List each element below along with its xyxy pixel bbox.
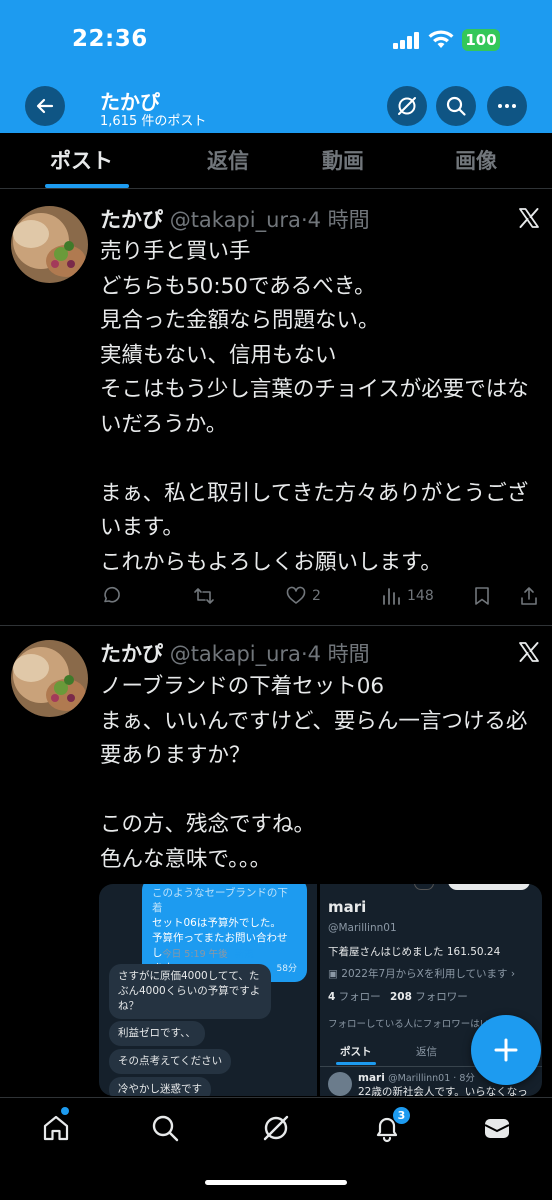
search-icon [446, 96, 466, 116]
bookmark-button[interactable] [473, 586, 491, 606]
author-name[interactable]: たかぴ [100, 208, 163, 232]
home-icon [43, 1115, 69, 1141]
active-tab-indicator [45, 184, 129, 188]
repost-icon [194, 588, 214, 604]
post-time: 4 時間 [307, 208, 370, 232]
bottom-navigation: 3 [0, 1097, 552, 1200]
compose-button[interactable] [471, 1015, 541, 1085]
views-button[interactable]: 148 [381, 586, 434, 606]
like-button[interactable]: 2 [286, 586, 321, 606]
author-handle[interactable]: @takapi_ura [170, 208, 301, 232]
followed-by-note: フォローしている人にフォロワーはい [328, 1019, 490, 1030]
profile-bio: 下着屋さんはじめました 161.50.24 [328, 946, 501, 958]
wifi-icon [428, 30, 454, 48]
grok-icon [263, 1115, 289, 1141]
profile-post-meta: mari @Marillinn01 · 8分 [358, 1072, 475, 1084]
message-time: 58分 [276, 964, 297, 974]
status-time: 22:36 [72, 26, 148, 52]
profile-joined: ▣ 2022年7月からXを利用しています › [328, 968, 516, 980]
profile-post-text: 22歳の新社会人です。いらなくなっ [358, 1086, 528, 1096]
profile-tabs: ポスト 返信 動画 画像 [0, 133, 552, 189]
nav-grok[interactable] [261, 1113, 291, 1143]
received-message: 冷やかし迷惑です [109, 1077, 211, 1096]
home-indicator [205, 1180, 347, 1185]
notification-badge: 3 [393, 1107, 410, 1124]
profile-button-edge [414, 884, 434, 890]
home-unread-dot [61, 1107, 69, 1115]
avatar [328, 1072, 352, 1096]
author-handle[interactable]: @takapi_ura [170, 642, 301, 666]
nav-search[interactable] [150, 1113, 180, 1143]
follow-button [448, 884, 530, 890]
cellular-signal-icon [393, 32, 419, 49]
received-message: その点考えてください [109, 1049, 232, 1074]
share-icon [521, 587, 537, 605]
profile-handle: @Marillinn01 [328, 922, 397, 934]
profile-display-name: mari [328, 898, 367, 916]
grok-icon [398, 97, 416, 115]
back-button[interactable] [25, 86, 65, 126]
view-count: 148 [407, 588, 434, 604]
post-text: ノーブランドの下着セット06 まぁ、いいんですけど、要らん一言つける必要あります… [100, 674, 528, 872]
post-meta: たかぴ @takapi_ura·4 時間 [100, 208, 370, 232]
heart-icon [286, 586, 306, 604]
date-separator: 今日 5:19 午後 新規 [162, 949, 254, 960]
reply-icon [104, 586, 120, 603]
profile-header: 22:36 100 たかぴ 1,615 件のポスト [0, 0, 552, 133]
tab-posts[interactable]: ポスト [50, 145, 113, 175]
battery-indicator: 100 [462, 29, 500, 51]
dm-screenshot[interactable]: このようなセーブランドの下着 セット06は予算外でした。 予算作ってまたお問い合… [99, 884, 317, 1096]
avatar[interactable] [11, 640, 88, 717]
more-icon [498, 104, 516, 108]
x-logo-icon [519, 642, 539, 662]
arrow-left-icon [36, 98, 54, 114]
post-meta: たかぴ @takapi_ura·4 時間 [100, 642, 370, 666]
received-message: さすがに原価4000してて、た ぶん4000くらいの予算ですよ ね？ [109, 964, 271, 1019]
post-actions: 2 148 [0, 586, 552, 610]
nav-home[interactable] [41, 1113, 71, 1143]
avatar[interactable] [11, 206, 88, 283]
nav-messages[interactable] [482, 1113, 512, 1143]
reply-button[interactable] [101, 586, 121, 606]
plus-icon [494, 1038, 518, 1062]
received-message: 利益ゼロです、、 [109, 1021, 205, 1046]
bookmark-icon [475, 587, 489, 605]
tab-replies[interactable]: 返信 [207, 145, 249, 175]
profile-tab-indicator [336, 1062, 376, 1065]
profile-tab-replies: 返信 [416, 1046, 437, 1058]
messages-icon [484, 1119, 510, 1138]
views-icon [383, 588, 400, 605]
author-name[interactable]: たかぴ [100, 642, 163, 666]
share-button[interactable] [519, 586, 539, 606]
repost-button[interactable] [193, 586, 215, 606]
grok-button[interactable] [387, 86, 427, 126]
post-text: 売り手と買い手 どちらも50:50であるべき。 見合った金額なら問題ない。 実績… [100, 239, 529, 575]
post-count: 1,615 件のポスト [100, 114, 207, 129]
x-logo-icon [519, 208, 539, 228]
profile-follow-stats: 4 フォロー 208 フォロワー [328, 991, 468, 1003]
tab-videos[interactable]: 動画 [322, 145, 364, 175]
search-icon [152, 1115, 179, 1142]
post-item[interactable]: たかぴ @takapi_ura·4 時間 売り手と買い手 どちらも50:50であ… [0, 190, 552, 626]
tab-media[interactable]: 画像 [455, 145, 497, 175]
profile-tab-posts: ポスト [340, 1046, 372, 1058]
calendar-icon: ▣ [328, 968, 342, 980]
more-button[interactable] [487, 86, 527, 126]
search-button[interactable] [436, 86, 476, 126]
like-count: 2 [312, 588, 321, 604]
post-time: 4 時間 [307, 642, 370, 666]
